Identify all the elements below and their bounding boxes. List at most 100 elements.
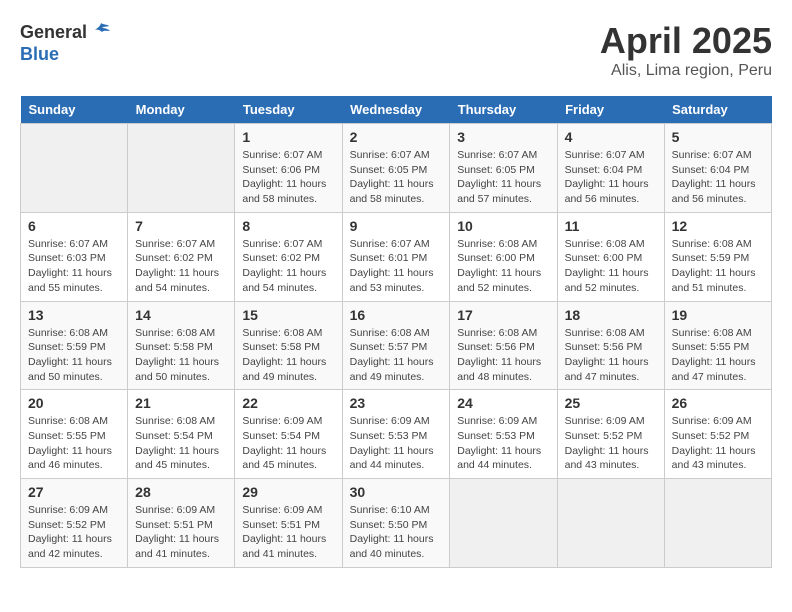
day-number: 27 <box>28 484 120 500</box>
day-info: Sunrise: 6:08 AM Sunset: 5:59 PM Dayligh… <box>28 326 120 385</box>
sub-title: Alis, Lima region, Peru <box>600 62 772 80</box>
day-number: 14 <box>135 307 227 323</box>
calendar-cell: 13 Sunrise: 6:08 AM Sunset: 5:59 PM Dayli… <box>21 301 128 390</box>
day-info: Sunrise: 6:08 AM Sunset: 5:58 PM Dayligh… <box>135 326 227 385</box>
calendar-cell: 19Sunrise: 6:08 AM Sunset: 5:55 PM Dayli… <box>664 301 771 390</box>
day-number: 26 <box>672 395 764 411</box>
calendar-cell: 2 Sunrise: 6:07 AM Sunset: 6:05 PM Daylig… <box>342 124 450 213</box>
week-row-4: 20 Sunrise: 6:08 AM Sunset: 5:55 PM Dayli… <box>21 390 772 479</box>
day-info: Sunrise: 6:07 AM Sunset: 6:06 PM Dayligh… <box>242 148 334 207</box>
week-row-5: 27 Sunrise: 6:09 AM Sunset: 5:52 PM Dayli… <box>21 479 772 568</box>
calendar-cell: 12 Sunrise: 6:08 AM Sunset: 5:59 PM Dayli… <box>664 212 771 301</box>
header-row: SundayMondayTuesdayWednesdayThursdayFrid… <box>21 96 772 124</box>
day-info: Sunrise: 6:08 AM Sunset: 5:58 PM Dayligh… <box>242 326 334 385</box>
calendar-cell: 15Sunrise: 6:08 AM Sunset: 5:58 PM Dayli… <box>235 301 342 390</box>
calendar-cell: 3Sunrise: 6:07 AM Sunset: 6:05 PM Daylig… <box>450 124 557 213</box>
logo-bird-icon <box>89 20 113 44</box>
day-info: Sunrise: 6:10 AM Sunset: 5:50 PM Dayligh… <box>350 503 443 562</box>
day-header-tuesday: Tuesday <box>235 96 342 124</box>
day-info: Sunrise: 6:09 AM Sunset: 5:52 PM Dayligh… <box>565 414 657 473</box>
calendar-cell: 30 Sunrise: 6:10 AM Sunset: 5:50 PM Dayli… <box>342 479 450 568</box>
day-number: 2 <box>350 129 443 145</box>
day-number: 28 <box>135 484 227 500</box>
calendar-cell: 11 Sunrise: 6:08 AM Sunset: 6:00 PM Dayli… <box>557 212 664 301</box>
day-info: Sunrise: 6:07 AM Sunset: 6:02 PM Dayligh… <box>242 237 334 296</box>
day-info: Sunrise: 6:08 AM Sunset: 5:55 PM Dayligh… <box>672 326 764 385</box>
day-number: 4 <box>565 129 657 145</box>
day-number: 9 <box>350 218 443 234</box>
day-number: 21 <box>135 395 227 411</box>
day-number: 22 <box>242 395 334 411</box>
day-info: Sunrise: 6:08 AM Sunset: 5:55 PM Dayligh… <box>28 414 120 473</box>
day-number: 20 <box>28 395 120 411</box>
calendar-cell: 21 Sunrise: 6:08 AM Sunset: 5:54 PM Dayli… <box>128 390 235 479</box>
day-number: 3 <box>457 129 549 145</box>
day-info: Sunrise: 6:07 AM Sunset: 6:04 PM Dayligh… <box>672 148 764 207</box>
calendar-cell: 7 Sunrise: 6:07 AM Sunset: 6:02 PM Daylig… <box>128 212 235 301</box>
day-number: 10 <box>457 218 549 234</box>
day-number: 17 <box>457 307 549 323</box>
calendar-cell: 18 Sunrise: 6:08 AM Sunset: 5:56 PM Dayli… <box>557 301 664 390</box>
day-number: 8 <box>242 218 334 234</box>
day-info: Sunrise: 6:07 AM Sunset: 6:05 PM Dayligh… <box>350 148 443 207</box>
calendar-cell <box>21 124 128 213</box>
day-info: Sunrise: 6:08 AM Sunset: 6:00 PM Dayligh… <box>565 237 657 296</box>
calendar-table: SundayMondayTuesdayWednesdayThursdayFrid… <box>20 96 772 568</box>
day-number: 30 <box>350 484 443 500</box>
calendar-cell <box>664 479 771 568</box>
day-info: Sunrise: 6:08 AM Sunset: 5:56 PM Dayligh… <box>565 326 657 385</box>
calendar-cell: 24 Sunrise: 6:09 AM Sunset: 5:53 PM Dayli… <box>450 390 557 479</box>
calendar-cell: 29 Sunrise: 6:09 AM Sunset: 5:51 PM Dayli… <box>235 479 342 568</box>
day-info: Sunrise: 6:07 AM Sunset: 6:03 PM Dayligh… <box>28 237 120 296</box>
calendar-cell: 5 Sunrise: 6:07 AM Sunset: 6:04 PM Daylig… <box>664 124 771 213</box>
week-row-3: 13 Sunrise: 6:08 AM Sunset: 5:59 PM Dayli… <box>21 301 772 390</box>
day-header-friday: Friday <box>557 96 664 124</box>
day-number: 23 <box>350 395 443 411</box>
calendar-cell: 27 Sunrise: 6:09 AM Sunset: 5:52 PM Dayli… <box>21 479 128 568</box>
calendar-cell: 26 Sunrise: 6:09 AM Sunset: 5:52 PM Dayli… <box>664 390 771 479</box>
logo-blue-text: Blue <box>20 44 59 65</box>
calendar-cell <box>557 479 664 568</box>
day-number: 5 <box>672 129 764 145</box>
day-number: 24 <box>457 395 549 411</box>
calendar-cell: 10 Sunrise: 6:08 AM Sunset: 6:00 PM Dayli… <box>450 212 557 301</box>
day-header-sunday: Sunday <box>21 96 128 124</box>
day-info: Sunrise: 6:08 AM Sunset: 5:54 PM Dayligh… <box>135 414 227 473</box>
calendar-cell: 22 Sunrise: 6:09 AM Sunset: 5:54 PM Dayli… <box>235 390 342 479</box>
day-number: 29 <box>242 484 334 500</box>
day-info: Sunrise: 6:09 AM Sunset: 5:51 PM Dayligh… <box>242 503 334 562</box>
day-number: 6 <box>28 218 120 234</box>
calendar-cell: 25Sunrise: 6:09 AM Sunset: 5:52 PM Dayli… <box>557 390 664 479</box>
day-info: Sunrise: 6:09 AM Sunset: 5:52 PM Dayligh… <box>28 503 120 562</box>
header: General Blue April 2025 Alis, Lima regio… <box>20 20 772 80</box>
calendar-cell: 28 Sunrise: 6:09 AM Sunset: 5:51 PM Dayli… <box>128 479 235 568</box>
day-number: 18 <box>565 307 657 323</box>
day-number: 1 <box>242 129 334 145</box>
day-info: Sunrise: 6:09 AM Sunset: 5:52 PM Dayligh… <box>672 414 764 473</box>
week-row-1: 1 Sunrise: 6:07 AM Sunset: 6:06 PM Daylig… <box>21 124 772 213</box>
calendar-cell: 9Sunrise: 6:07 AM Sunset: 6:01 PM Daylig… <box>342 212 450 301</box>
day-header-wednesday: Wednesday <box>342 96 450 124</box>
logo: General Blue <box>20 20 113 65</box>
day-number: 11 <box>565 218 657 234</box>
day-info: Sunrise: 6:09 AM Sunset: 5:53 PM Dayligh… <box>350 414 443 473</box>
day-info: Sunrise: 6:08 AM Sunset: 5:59 PM Dayligh… <box>672 237 764 296</box>
day-info: Sunrise: 6:09 AM Sunset: 5:54 PM Dayligh… <box>242 414 334 473</box>
day-number: 13 <box>28 307 120 323</box>
title-area: April 2025 Alis, Lima region, Peru <box>600 20 772 80</box>
week-row-2: 6 Sunrise: 6:07 AM Sunset: 6:03 PM Daylig… <box>21 212 772 301</box>
calendar-cell: 23 Sunrise: 6:09 AM Sunset: 5:53 PM Dayli… <box>342 390 450 479</box>
day-number: 7 <box>135 218 227 234</box>
day-info: Sunrise: 6:08 AM Sunset: 6:00 PM Dayligh… <box>457 237 549 296</box>
calendar-cell <box>450 479 557 568</box>
day-number: 16 <box>350 307 443 323</box>
day-info: Sunrise: 6:07 AM Sunset: 6:02 PM Dayligh… <box>135 237 227 296</box>
day-info: Sunrise: 6:08 AM Sunset: 5:57 PM Dayligh… <box>350 326 443 385</box>
day-info: Sunrise: 6:07 AM Sunset: 6:04 PM Dayligh… <box>565 148 657 207</box>
calendar-cell: 17Sunrise: 6:08 AM Sunset: 5:56 PM Dayli… <box>450 301 557 390</box>
calendar-cell: 1 Sunrise: 6:07 AM Sunset: 6:06 PM Daylig… <box>235 124 342 213</box>
day-info: Sunrise: 6:09 AM Sunset: 5:53 PM Dayligh… <box>457 414 549 473</box>
day-number: 12 <box>672 218 764 234</box>
day-info: Sunrise: 6:09 AM Sunset: 5:51 PM Dayligh… <box>135 503 227 562</box>
day-header-thursday: Thursday <box>450 96 557 124</box>
